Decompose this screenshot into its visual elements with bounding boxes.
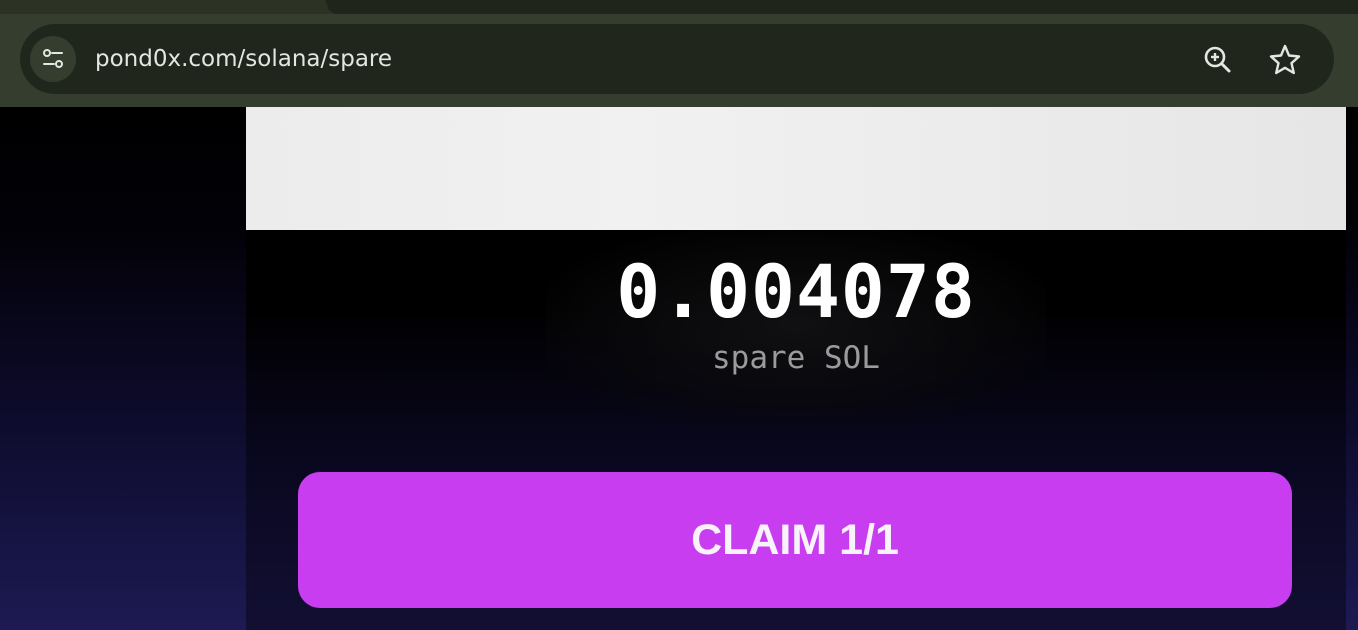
site-info-button[interactable] [30,36,76,82]
url-text[interactable]: pond0x.com/solana/spare [95,46,392,72]
zoom-button[interactable] [1198,40,1238,80]
bookmark-button[interactable] [1265,40,1305,80]
top-light-panel [246,107,1346,230]
star-icon [1269,44,1301,75]
zoom-in-icon [1204,46,1231,73]
spare-panel: 0.004078 spare SOL CLAIM 1/1 [246,107,1346,630]
address-bar[interactable]: pond0x.com/solana/spare [20,24,1334,94]
browser-toolbar: pond0x.com/solana/spare [0,0,1358,107]
spare-unit-label: spare SOL [712,340,880,376]
active-tab[interactable] [318,0,1358,14]
tune-icon [43,49,63,68]
claim-button[interactable]: CLAIM 1/1 [298,472,1292,608]
claim-button-label: CLAIM 1/1 [691,516,899,564]
tab-strip [0,0,1358,14]
spare-balance-card: 0.004078 spare SOL [546,230,1046,420]
spare-amount: 0.004078 [616,250,976,335]
